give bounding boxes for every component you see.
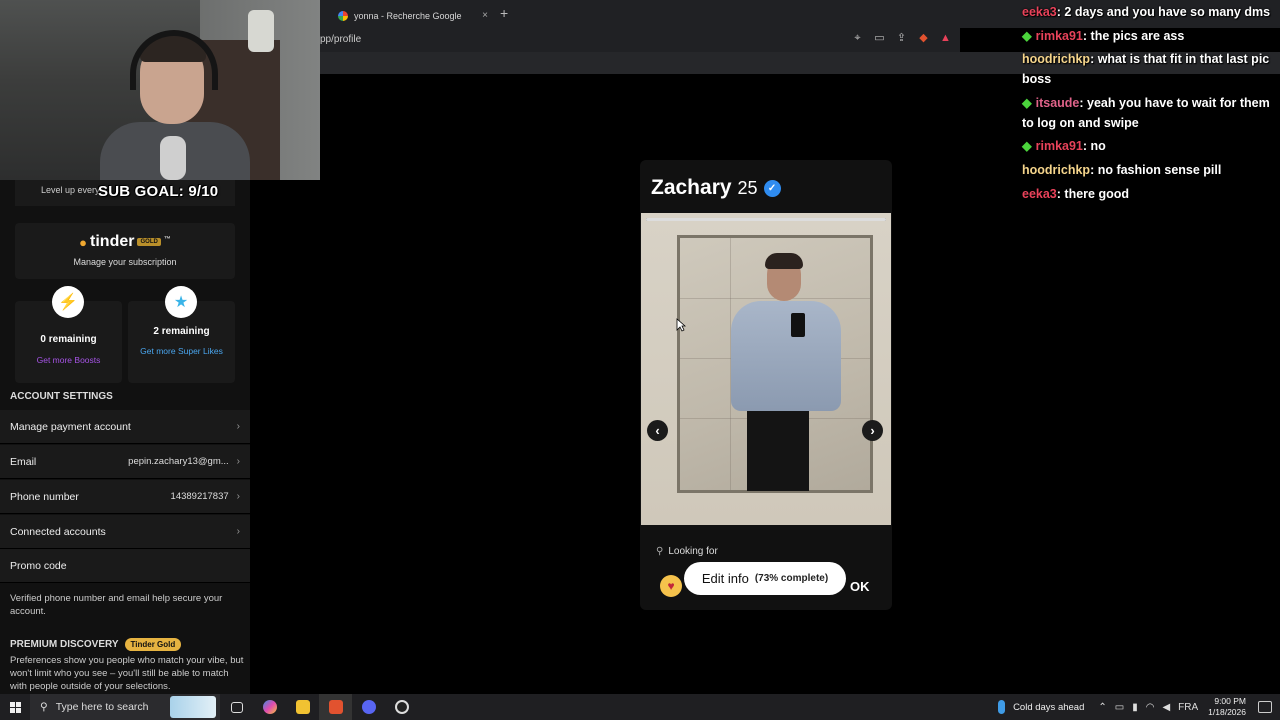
start-button[interactable] <box>0 694 30 720</box>
url-text[interactable]: pp/profile <box>320 34 361 45</box>
star-icon: ★ <box>165 286 197 318</box>
looking-for-row: ⚲ Looking for <box>656 546 718 557</box>
notification-icon[interactable] <box>1258 701 1272 713</box>
search-icon: ⚲ <box>40 701 48 713</box>
phone-row[interactable]: Phone number 14389217837 › <box>0 480 250 514</box>
system-tray: Cold days ahead ⌃ ▭ ▮ ◠ ◀ FRA 9:00 PM 1/… <box>998 694 1280 720</box>
webcam-overlay <box>0 0 320 180</box>
diamond-badge-icon: ◆ <box>1022 139 1032 153</box>
promo-code-row[interactable]: Promo code <box>0 549 250 583</box>
volume-icon[interactable]: ◀ <box>1162 702 1170 713</box>
ok-label: OK <box>850 579 870 594</box>
boosts-card: ⚡ 0 remaining Get more Boosts <box>15 286 122 383</box>
obs-icon[interactable] <box>385 694 418 720</box>
chat-message: eeka3: there good <box>1022 187 1129 201</box>
edit-info-button[interactable]: Edit info (73% complete) <box>684 562 846 595</box>
super-likes-remaining: 2 remaining <box>153 326 210 337</box>
taskbar-search[interactable]: ⚲ Type here to search <box>30 694 220 720</box>
chevron-right-icon: › <box>236 491 240 502</box>
chat-message: ◆ rimka91: no <box>1022 139 1106 153</box>
share-icon[interactable]: ⇪ <box>895 32 908 45</box>
photo-progress-bar <box>646 218 886 221</box>
screen: yonna - Recherche Google × + pp/profile … <box>0 0 1280 720</box>
chat-message: hoodrichkp: no fashion sense pill <box>1022 163 1222 177</box>
connected-accounts-row[interactable]: Connected accounts › <box>0 515 250 549</box>
tab-title: yonna - Recherche Google <box>354 10 462 21</box>
reader-icon[interactable]: ▭ <box>873 32 886 45</box>
address-bar-icons: ⌖ ▭ ⇪ ◆ ▲ <box>851 32 952 45</box>
get-more-super-likes-link[interactable]: Get more Super Likes <box>138 343 225 359</box>
tray-icons: ⌃ ▭ ▮ ◠ ◀ FRA <box>1098 702 1198 713</box>
clock[interactable]: 9:00 PM 1/18/2026 <box>1208 696 1246 718</box>
browser-tab[interactable]: yonna - Recherche Google × <box>326 3 496 28</box>
verified-check-icon: ✓ <box>763 179 781 197</box>
chevron-up-icon[interactable]: ⌃ <box>1098 702 1106 713</box>
profile-age: 25 <box>737 177 758 198</box>
brave-browser-icon[interactable] <box>319 694 352 720</box>
windows-taskbar: ⚲ Type here to search Cold days ahead ⌃ … <box>0 694 1280 720</box>
boost-icon: ⚡ <box>52 286 84 318</box>
profile-card: Zachary 25 ✓ ‹ › ⚲ Looking for ♥ Edit in… <box>640 160 892 610</box>
network-icon[interactable]: ▭ <box>1115 702 1124 713</box>
mic-icon[interactable]: ▮ <box>1132 702 1138 713</box>
task-view-icon[interactable] <box>220 694 253 720</box>
copilot-icon[interactable] <box>253 694 286 720</box>
email-row[interactable]: Email pepin.zachary13@gm... › <box>0 445 250 479</box>
next-photo-button[interactable]: › <box>862 420 883 441</box>
premium-note: Preferences show you people who match yo… <box>10 655 244 692</box>
weather-widget[interactable]: Cold days ahead <box>998 700 1084 714</box>
search-icon: ⚲ <box>656 546 664 557</box>
completion-percent: (73% complete) <box>754 573 829 584</box>
email-value: pepin.zachary13@gm... <box>128 456 229 467</box>
chat-message: ◆ itsaude: yeah you have to wait for them… <box>1022 96 1270 130</box>
thermometer-icon <box>998 700 1006 714</box>
flame-icon: ● <box>79 234 88 250</box>
brave-rewards-icon[interactable]: ▲ <box>939 32 952 45</box>
tinder-logo: ● tinder GOLD ™ <box>79 233 171 250</box>
verify-note: Verified phone number and email help sec… <box>10 593 223 617</box>
profile-header: Zachary 25 ✓ <box>651 176 781 200</box>
profile-name: Zachary <box>651 176 732 199</box>
search-highlight-image <box>170 696 216 718</box>
phone-value: 14389217837 <box>170 491 229 502</box>
close-tab-icon[interactable]: × <box>482 10 488 21</box>
discord-icon[interactable] <box>352 694 385 720</box>
diamond-badge-icon: ◆ <box>1022 96 1032 110</box>
manage-payment-row[interactable]: Manage payment account › <box>0 410 250 444</box>
tinder-gold-card[interactable]: ● tinder GOLD ™ Manage your subscription <box>15 223 235 279</box>
tinder-gold-badge: Tinder Gold <box>124 638 182 651</box>
google-icon <box>338 10 348 21</box>
chevron-right-icon: › <box>236 526 240 537</box>
wifi-icon[interactable]: ◠ <box>1146 702 1155 713</box>
file-explorer-icon[interactable] <box>286 694 319 720</box>
chat-message: hoodrichkp: what is that fit in that las… <box>1022 52 1270 86</box>
sub-goal-overlay: SUB GOAL: 9/10 <box>98 183 219 200</box>
phone-icon <box>791 313 805 337</box>
previous-photo-button[interactable]: ‹ <box>647 420 668 441</box>
super-likes-card: ★ 2 remaining Get more Super Likes <box>128 286 235 383</box>
profile-photo[interactable]: ‹ › <box>641 213 891 525</box>
chat-message: ◆ rimka91: the pics are ass <box>1022 29 1185 43</box>
manage-subscription-link[interactable]: Manage your subscription <box>15 257 235 267</box>
language-indicator[interactable]: FRA <box>1178 702 1198 713</box>
heart-eyes-emoji-icon: ♥ <box>660 575 682 597</box>
chevron-right-icon: › <box>236 456 240 467</box>
microphone-icon <box>160 136 186 180</box>
diamond-badge-icon: ◆ <box>1022 29 1032 43</box>
location-icon[interactable]: ⌖ <box>851 32 864 45</box>
settings-panel: Level up every ● tinder GOLD ™ Manage yo… <box>0 180 250 694</box>
windows-icon <box>9 701 21 713</box>
chat-message: eeka3: 2 days and you have so many dms <box>1022 5 1271 19</box>
boosts-remaining: 0 remaining <box>40 334 97 345</box>
address-bar[interactable]: pp/profile ⌖ ▭ ⇪ ◆ ▲ <box>320 28 960 52</box>
get-more-boosts-link[interactable]: Get more Boosts <box>25 352 112 368</box>
mouse-cursor-icon <box>676 318 686 332</box>
new-tab-button[interactable]: + <box>500 5 508 21</box>
premium-discovery-heading: PREMIUM DISCOVERY Tinder Gold <box>10 638 182 651</box>
brave-shield-icon[interactable]: ◆ <box>917 32 930 45</box>
account-settings-heading: ACCOUNT SETTINGS <box>10 391 113 402</box>
chevron-right-icon: › <box>236 421 240 432</box>
